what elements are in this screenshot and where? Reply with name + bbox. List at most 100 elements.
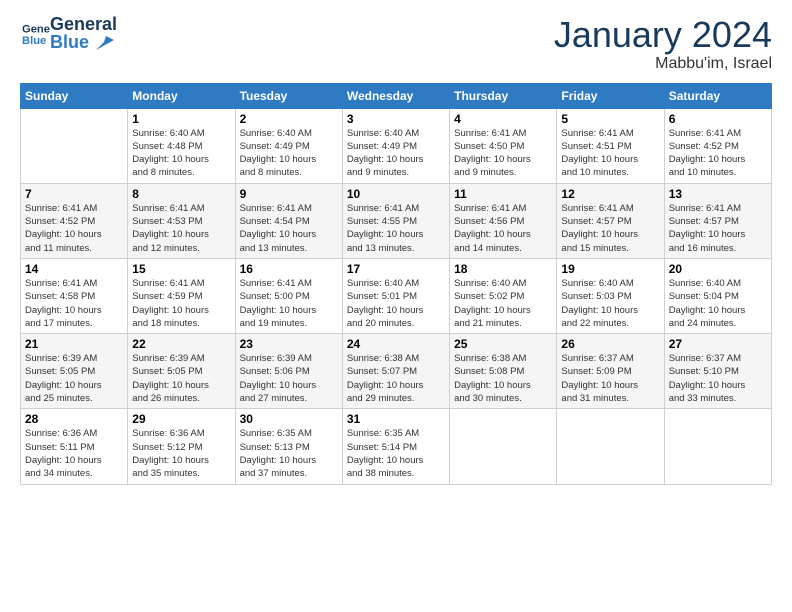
day-cell xyxy=(557,409,664,484)
day-number: 11 xyxy=(454,187,552,201)
day-number: 31 xyxy=(347,412,445,426)
day-info: Sunrise: 6:41 AM Sunset: 4:53 PM Dayligh… xyxy=(132,202,230,255)
day-cell: 25Sunrise: 6:38 AM Sunset: 5:08 PM Dayli… xyxy=(450,334,557,409)
day-cell xyxy=(664,409,771,484)
day-cell: 29Sunrise: 6:36 AM Sunset: 5:12 PM Dayli… xyxy=(128,409,235,484)
day-cell: 23Sunrise: 6:39 AM Sunset: 5:06 PM Dayli… xyxy=(235,334,342,409)
day-info: Sunrise: 6:41 AM Sunset: 4:55 PM Dayligh… xyxy=(347,202,445,255)
day-cell: 1Sunrise: 6:40 AM Sunset: 4:48 PM Daylig… xyxy=(128,108,235,183)
day-cell xyxy=(450,409,557,484)
day-number: 29 xyxy=(132,412,230,426)
day-number: 16 xyxy=(240,262,338,276)
day-cell: 17Sunrise: 6:40 AM Sunset: 5:01 PM Dayli… xyxy=(342,258,449,333)
week-row-5: 28Sunrise: 6:36 AM Sunset: 5:11 PM Dayli… xyxy=(21,409,772,484)
day-info: Sunrise: 6:36 AM Sunset: 5:12 PM Dayligh… xyxy=(132,427,230,480)
day-cell: 10Sunrise: 6:41 AM Sunset: 4:55 PM Dayli… xyxy=(342,183,449,258)
day-number: 1 xyxy=(132,112,230,126)
day-number: 9 xyxy=(240,187,338,201)
day-info: Sunrise: 6:41 AM Sunset: 4:57 PM Dayligh… xyxy=(669,202,767,255)
day-cell: 27Sunrise: 6:37 AM Sunset: 5:10 PM Dayli… xyxy=(664,334,771,409)
logo-bird-icon xyxy=(96,36,114,50)
day-info: Sunrise: 6:41 AM Sunset: 5:00 PM Dayligh… xyxy=(240,277,338,330)
day-number: 26 xyxy=(561,337,659,351)
day-info: Sunrise: 6:38 AM Sunset: 5:08 PM Dayligh… xyxy=(454,352,552,405)
title-block: January 2024 Mabbu'im, Israel xyxy=(554,15,772,73)
day-info: Sunrise: 6:41 AM Sunset: 4:56 PM Dayligh… xyxy=(454,202,552,255)
day-info: Sunrise: 6:36 AM Sunset: 5:11 PM Dayligh… xyxy=(25,427,123,480)
day-info: Sunrise: 6:41 AM Sunset: 4:57 PM Dayligh… xyxy=(561,202,659,255)
day-number: 13 xyxy=(669,187,767,201)
day-cell: 8Sunrise: 6:41 AM Sunset: 4:53 PM Daylig… xyxy=(128,183,235,258)
day-cell: 19Sunrise: 6:40 AM Sunset: 5:03 PM Dayli… xyxy=(557,258,664,333)
month-title: January 2024 xyxy=(554,15,772,55)
day-cell: 28Sunrise: 6:36 AM Sunset: 5:11 PM Dayli… xyxy=(21,409,128,484)
day-info: Sunrise: 6:40 AM Sunset: 4:49 PM Dayligh… xyxy=(240,127,338,180)
day-cell: 2Sunrise: 6:40 AM Sunset: 4:49 PM Daylig… xyxy=(235,108,342,183)
day-number: 8 xyxy=(132,187,230,201)
day-number: 3 xyxy=(347,112,445,126)
day-cell: 12Sunrise: 6:41 AM Sunset: 4:57 PM Dayli… xyxy=(557,183,664,258)
day-cell: 3Sunrise: 6:40 AM Sunset: 4:49 PM Daylig… xyxy=(342,108,449,183)
day-cell: 13Sunrise: 6:41 AM Sunset: 4:57 PM Dayli… xyxy=(664,183,771,258)
day-cell: 22Sunrise: 6:39 AM Sunset: 5:05 PM Dayli… xyxy=(128,334,235,409)
day-number: 24 xyxy=(347,337,445,351)
day-info: Sunrise: 6:40 AM Sunset: 4:49 PM Dayligh… xyxy=(347,127,445,180)
day-cell: 9Sunrise: 6:41 AM Sunset: 4:54 PM Daylig… xyxy=(235,183,342,258)
day-number: 10 xyxy=(347,187,445,201)
day-info: Sunrise: 6:41 AM Sunset: 4:59 PM Dayligh… xyxy=(132,277,230,330)
day-info: Sunrise: 6:40 AM Sunset: 5:03 PM Dayligh… xyxy=(561,277,659,330)
day-number: 7 xyxy=(25,187,123,201)
day-info: Sunrise: 6:40 AM Sunset: 5:02 PM Dayligh… xyxy=(454,277,552,330)
day-number: 2 xyxy=(240,112,338,126)
day-number: 20 xyxy=(669,262,767,276)
day-info: Sunrise: 6:41 AM Sunset: 4:52 PM Dayligh… xyxy=(25,202,123,255)
day-info: Sunrise: 6:38 AM Sunset: 5:07 PM Dayligh… xyxy=(347,352,445,405)
col-monday: Monday xyxy=(128,83,235,108)
day-number: 28 xyxy=(25,412,123,426)
col-sunday: Sunday xyxy=(21,83,128,108)
week-row-2: 7Sunrise: 6:41 AM Sunset: 4:52 PM Daylig… xyxy=(21,183,772,258)
calendar-body: 1Sunrise: 6:40 AM Sunset: 4:48 PM Daylig… xyxy=(21,108,772,484)
svg-text:Blue: Blue xyxy=(22,35,46,47)
day-cell: 26Sunrise: 6:37 AM Sunset: 5:09 PM Dayli… xyxy=(557,334,664,409)
day-cell xyxy=(21,108,128,183)
col-thursday: Thursday xyxy=(450,83,557,108)
week-row-1: 1Sunrise: 6:40 AM Sunset: 4:48 PM Daylig… xyxy=(21,108,772,183)
day-info: Sunrise: 6:41 AM Sunset: 4:58 PM Dayligh… xyxy=(25,277,123,330)
day-info: Sunrise: 6:39 AM Sunset: 5:05 PM Dayligh… xyxy=(25,352,123,405)
day-cell: 20Sunrise: 6:40 AM Sunset: 5:04 PM Dayli… xyxy=(664,258,771,333)
location: Mabbu'im, Israel xyxy=(554,55,772,73)
day-cell: 30Sunrise: 6:35 AM Sunset: 5:13 PM Dayli… xyxy=(235,409,342,484)
day-number: 18 xyxy=(454,262,552,276)
day-number: 25 xyxy=(454,337,552,351)
day-number: 4 xyxy=(454,112,552,126)
day-cell: 11Sunrise: 6:41 AM Sunset: 4:56 PM Dayli… xyxy=(450,183,557,258)
calendar-table: Sunday Monday Tuesday Wednesday Thursday… xyxy=(20,83,772,485)
day-info: Sunrise: 6:39 AM Sunset: 5:06 PM Dayligh… xyxy=(240,352,338,405)
day-number: 15 xyxy=(132,262,230,276)
day-info: Sunrise: 6:35 AM Sunset: 5:13 PM Dayligh… xyxy=(240,427,338,480)
day-cell: 14Sunrise: 6:41 AM Sunset: 4:58 PM Dayli… xyxy=(21,258,128,333)
header-row: Sunday Monday Tuesday Wednesday Thursday… xyxy=(21,83,772,108)
week-row-4: 21Sunrise: 6:39 AM Sunset: 5:05 PM Dayli… xyxy=(21,334,772,409)
col-tuesday: Tuesday xyxy=(235,83,342,108)
day-cell: 5Sunrise: 6:41 AM Sunset: 4:51 PM Daylig… xyxy=(557,108,664,183)
week-row-3: 14Sunrise: 6:41 AM Sunset: 4:58 PM Dayli… xyxy=(21,258,772,333)
day-cell: 16Sunrise: 6:41 AM Sunset: 5:00 PM Dayli… xyxy=(235,258,342,333)
logo-icon: General Blue xyxy=(22,20,50,48)
day-number: 30 xyxy=(240,412,338,426)
header: General Blue General Blue January 2024 M… xyxy=(20,15,772,73)
col-wednesday: Wednesday xyxy=(342,83,449,108)
day-info: Sunrise: 6:35 AM Sunset: 5:14 PM Dayligh… xyxy=(347,427,445,480)
day-number: 5 xyxy=(561,112,659,126)
day-info: Sunrise: 6:40 AM Sunset: 4:48 PM Dayligh… xyxy=(132,127,230,180)
day-info: Sunrise: 6:41 AM Sunset: 4:50 PM Dayligh… xyxy=(454,127,552,180)
day-info: Sunrise: 6:37 AM Sunset: 5:09 PM Dayligh… xyxy=(561,352,659,405)
day-number: 21 xyxy=(25,337,123,351)
day-cell: 15Sunrise: 6:41 AM Sunset: 4:59 PM Dayli… xyxy=(128,258,235,333)
svg-text:General: General xyxy=(22,23,50,35)
day-number: 22 xyxy=(132,337,230,351)
day-number: 23 xyxy=(240,337,338,351)
day-cell: 6Sunrise: 6:41 AM Sunset: 4:52 PM Daylig… xyxy=(664,108,771,183)
col-friday: Friday xyxy=(557,83,664,108)
